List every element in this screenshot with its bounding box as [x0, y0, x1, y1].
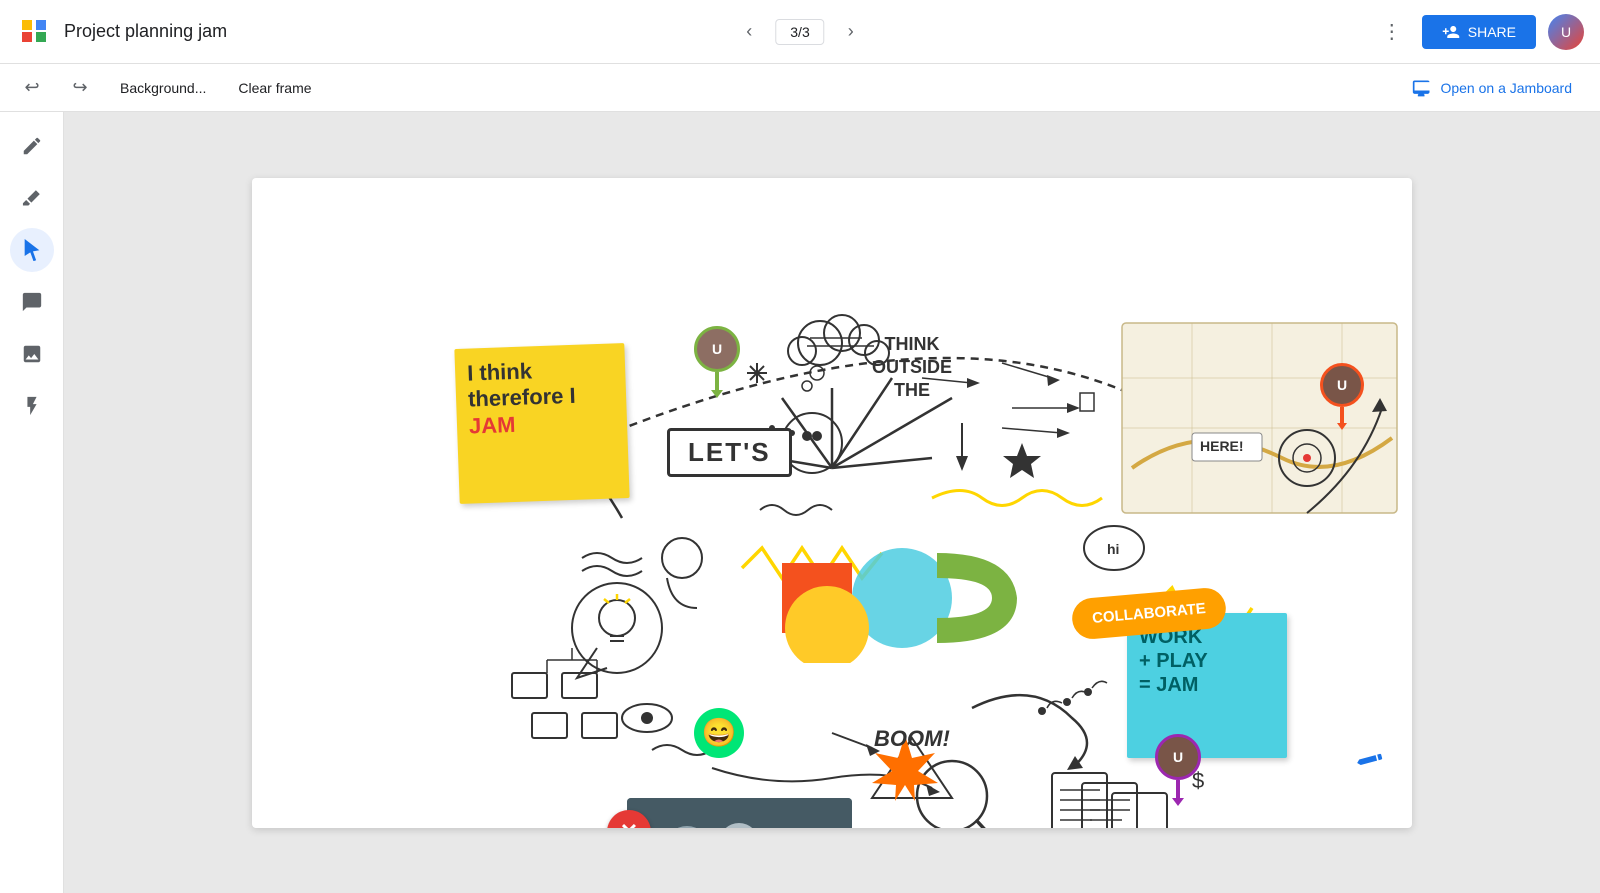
pen-icon [21, 135, 43, 157]
laser-tool[interactable] [10, 384, 54, 428]
google-logo-graphic [752, 533, 1032, 668]
frame-navigation: ‹ 3/3 › [731, 14, 868, 50]
svg-text:HERE!: HERE! [1200, 438, 1244, 454]
header-actions: ⋮ SHARE U [1374, 14, 1584, 50]
photo-image [627, 798, 852, 828]
more-options-button[interactable]: ⋮ [1374, 14, 1410, 50]
share-button[interactable]: SHARE [1422, 15, 1536, 49]
image-tool[interactable] [10, 332, 54, 376]
canvas-area[interactable]: hi [64, 112, 1600, 893]
clear-frame-button[interactable]: Clear frame [230, 76, 319, 100]
collaborate-text: COLLABORATE [1091, 600, 1206, 627]
side-toolbar [0, 112, 64, 893]
toolbar-right: Open on a Jamboard [1400, 72, 1584, 104]
undo-button[interactable]: ↩ [16, 72, 48, 104]
select-icon [21, 239, 43, 261]
open-jamboard-label: Open on a Jamboard [1440, 80, 1572, 96]
svg-text:hi: hi [1107, 541, 1119, 557]
sticky-note-tool[interactable] [10, 280, 54, 324]
user-avatar[interactable]: U [1548, 14, 1584, 50]
redo-button[interactable]: ↪ [64, 72, 96, 104]
boom-label: BOOM! [874, 726, 950, 752]
share-label: SHARE [1468, 24, 1516, 40]
avatar-pin-purple: U [1155, 734, 1201, 806]
eraser-tool[interactable] [10, 176, 54, 220]
eraser-icon [21, 187, 43, 209]
sticky-note-think[interactable]: I think therefore I JAM [454, 343, 629, 504]
sticky-note-work[interactable]: WORK+ PLAY= JAM [1127, 613, 1287, 758]
toolbar-row: ↩ ↪ Background... Clear frame Open on a … [0, 64, 1600, 112]
open-jamboard-button[interactable]: Open on a Jamboard [1400, 72, 1584, 104]
lets-label: LET'S [667, 428, 792, 477]
monitor-icon [1412, 78, 1432, 98]
sticky-note-work-text: WORK+ PLAY= JAM [1139, 626, 1208, 696]
frame-counter[interactable]: 3/3 [775, 19, 824, 45]
avatar-pin-orange: U [1320, 363, 1364, 430]
more-vert-icon: ⋮ [1382, 19, 1402, 44]
undo-icon: ↩ [24, 77, 39, 98]
sticky-note-think-text: I think therefore I JAM [467, 358, 576, 438]
app-logo [16, 14, 52, 50]
avatar-pin-green: U [694, 326, 740, 398]
chevron-right-icon: › [848, 21, 854, 42]
redo-icon: ↪ [72, 77, 87, 98]
person-add-icon [1442, 23, 1460, 41]
smiley-sticker: 😄 [694, 708, 744, 758]
app-title: Project planning jam [64, 21, 1374, 42]
laser-icon [21, 395, 43, 417]
main-area: hi [0, 112, 1600, 893]
app-header: Project planning jam ‹ 3/3 › ⋮ SHARE U [0, 0, 1600, 64]
think-outside-label: THINKOUTSIDETHE [872, 333, 952, 403]
chevron-left-icon: ‹ [746, 21, 752, 42]
select-tool[interactable] [10, 228, 54, 272]
next-frame-button[interactable]: › [833, 14, 869, 50]
image-icon [21, 343, 43, 365]
canvas-frame[interactable]: hi [252, 178, 1412, 828]
prev-frame-button[interactable]: ‹ [731, 14, 767, 50]
pen-tool[interactable] [10, 124, 54, 168]
background-button[interactable]: Background... [112, 76, 214, 100]
note-icon [21, 291, 43, 313]
